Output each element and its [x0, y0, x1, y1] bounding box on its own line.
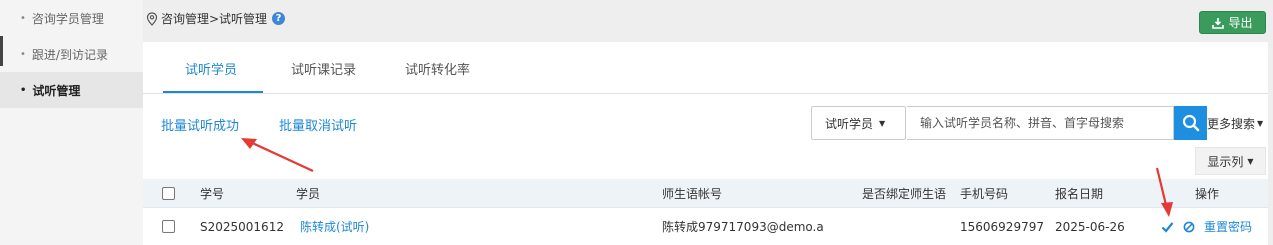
- tab-trial-conversion[interactable]: 试听转化率: [405, 42, 470, 94]
- bullet-icon: •: [20, 84, 27, 96]
- sidebar-item-followup-records[interactable]: • 跟进/到访记录: [0, 36, 143, 72]
- header-account: 师生语帐号: [662, 186, 723, 201]
- tab-bar: 试听学员 试听课记录 试听转化率: [143, 42, 1268, 94]
- tab-trial-class-records[interactable]: 试听课记录: [291, 42, 356, 94]
- export-label: 导出: [1228, 16, 1253, 30]
- header-signup-date: 报名日期: [1055, 186, 1104, 201]
- table-header: 学号 学员 师生语帐号 是否绑定师生语 手机号码 报名日期 操作: [143, 179, 1268, 208]
- bullet-icon: •: [20, 48, 26, 60]
- breadcrumb: 咨询管理>试听管理 ?: [146, 10, 286, 27]
- header-actions: 操作: [1195, 186, 1220, 201]
- location-pin-icon: [146, 11, 158, 26]
- student-no-cell: S2025001612: [200, 219, 284, 234]
- tab-trial-students[interactable]: 试听学员: [185, 42, 237, 94]
- search-type-value: 试听学员: [825, 116, 874, 131]
- select-all-cell: [162, 179, 175, 207]
- batch-trial-success-button[interactable]: 批量试听成功: [161, 115, 239, 134]
- main-panel: 试听学员 试听课记录 试听转化率 批量试听成功 批量取消试听 试听学员 ▼ 更多…: [143, 42, 1268, 245]
- sidebar-item-trial-management[interactable]: • 试听管理: [0, 72, 143, 108]
- more-search-label: 更多搜索: [1207, 117, 1256, 131]
- batch-cancel-trial-button[interactable]: 批量取消试听: [279, 115, 357, 134]
- header-student: 学员: [296, 186, 321, 201]
- cancel-trial-ban-icon[interactable]: [1183, 221, 1195, 233]
- select-all-checkbox[interactable]: [162, 186, 175, 200]
- search-input[interactable]: [907, 106, 1174, 140]
- header-bound: 是否绑定师生语: [862, 186, 947, 201]
- search-icon: [1182, 114, 1199, 132]
- table-row: S2025001612 陈转成(试听) 陈转成979717093@demo.a …: [143, 208, 1268, 245]
- caret-down-icon: ▼: [1247, 156, 1254, 166]
- caret-down-icon: ▼: [879, 118, 886, 128]
- search-button[interactable]: [1174, 106, 1207, 140]
- sidebar-item-label: 跟进/到访记录: [31, 47, 108, 62]
- header-phone: 手机号码: [960, 186, 1009, 201]
- caret-down-icon: ▼: [1257, 119, 1264, 128]
- signup-date-cell: 2025-06-26: [1055, 219, 1125, 234]
- active-tab-indicator: [163, 91, 263, 93]
- download-icon: [1212, 17, 1225, 29]
- sidebar-item-label: 咨询学员管理: [31, 11, 104, 26]
- account-cell: 陈转成979717093@demo.a: [662, 220, 824, 234]
- bullet-icon: •: [20, 12, 26, 24]
- actions-cell: 重置密码: [1161, 208, 1252, 245]
- student-name-link[interactable]: 陈转成(试听): [300, 208, 369, 245]
- sidebar-item-label: 试听管理: [32, 83, 81, 98]
- display-columns-label: 显示列: [1207, 154, 1244, 169]
- header-student-no: 学号: [200, 186, 225, 201]
- display-columns-button[interactable]: 显示列 ▼: [1195, 147, 1266, 175]
- sidebar-item-consult-students[interactable]: • 咨询学员管理: [0, 0, 143, 36]
- breadcrumb-text: 咨询管理>试听管理: [161, 12, 268, 26]
- row-checkbox[interactable]: [162, 220, 175, 233]
- reset-password-link[interactable]: 重置密码: [1204, 208, 1252, 245]
- confirm-trial-check-icon[interactable]: [1161, 221, 1174, 233]
- sidebar: • 咨询学员管理 • 跟进/到访记录 • 试听管理: [0, 0, 143, 245]
- search-type-select[interactable]: 试听学员 ▼: [811, 106, 906, 140]
- export-button[interactable]: 导出: [1199, 11, 1266, 34]
- top-bar: 咨询管理>试听管理 ? 导出: [143, 0, 1273, 40]
- more-search-toggle[interactable]: 更多搜索 ▼: [1207, 115, 1263, 132]
- phone-cell: 15606929797: [960, 219, 1044, 234]
- row-select-cell: [162, 208, 175, 245]
- help-icon[interactable]: ?: [272, 12, 286, 25]
